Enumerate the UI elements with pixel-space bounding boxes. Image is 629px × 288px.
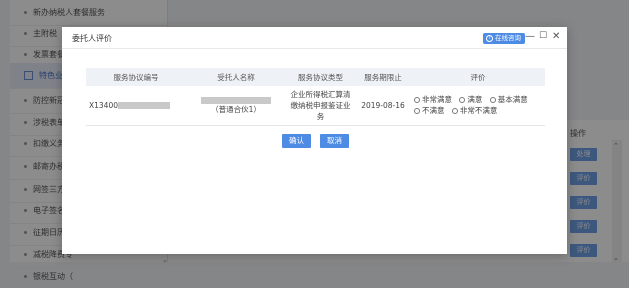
col-header-agreement-id: 服务协议编号	[86, 68, 186, 86]
rating-option-basically-satisfied[interactable]: 基本满意	[489, 94, 528, 105]
redacted-text	[118, 102, 170, 110]
online-consult-label: 在线咨询	[495, 34, 521, 42]
rating-options: 非常满意 满意 基本满意 不满意 非常不满意	[411, 86, 545, 126]
rating-label: 不满意	[422, 106, 445, 116]
rating-option-satisfied[interactable]: 满意	[459, 94, 482, 105]
rating-option-very-dissatisfied[interactable]: 非常不满意	[451, 105, 498, 116]
agreement-id[interactable]: X13400	[89, 101, 118, 110]
online-consult-button[interactable]: ? 在线咨询	[483, 33, 525, 44]
maximize-icon[interactable]: ☐	[539, 31, 547, 41]
radio-icon	[489, 97, 496, 104]
rating-label: 非常满意	[422, 95, 452, 105]
radio-icon	[414, 97, 420, 104]
col-header-trustee: 受托人名称	[186, 68, 286, 86]
radio-icon	[459, 97, 466, 104]
cancel-button[interactable]: 取消	[320, 134, 349, 148]
agreement-id-cell: X13400	[86, 86, 186, 126]
dialog-title: 委托人评价	[72, 34, 112, 43]
rating-label: 非常不满意	[459, 106, 498, 116]
evaluation-table: 服务协议编号 受托人名称 服务协议类型 服务期限止 评价 X13400 （普通合…	[86, 68, 545, 126]
agreement-type-cell: 企业所得税汇算清缴纳税申报鉴证业务	[286, 86, 355, 126]
col-header-rating: 评价	[411, 68, 545, 86]
col-header-deadline: 服务期限止	[355, 68, 411, 86]
col-header-agreement-type: 服务协议类型	[286, 68, 355, 86]
confirm-button[interactable]: 确认	[282, 134, 311, 148]
rating-option-very-satisfied[interactable]: 非常满意	[414, 94, 452, 105]
rating-label: 基本满意	[497, 95, 528, 105]
rating-option-dissatisfied[interactable]: 不满意	[414, 105, 445, 116]
table-row: X13400 （普通合伙1） 企业所得税汇算清缴纳税申报鉴证业务 2019-08…	[86, 86, 545, 126]
dialog-title-bar: 委托人评价 ? 在线咨询 — ☐ ✕	[62, 27, 567, 49]
table-header-row: 服务协议编号 受托人名称 服务协议类型 服务期限止 评价	[86, 68, 545, 86]
close-icon[interactable]: ✕	[552, 31, 560, 42]
trustee-suffix: （普通合伙1）	[211, 105, 261, 115]
radio-icon	[414, 108, 420, 115]
redacted-text	[201, 96, 271, 104]
deadline-cell: 2019-08-16	[355, 86, 411, 126]
help-icon: ?	[486, 34, 493, 42]
radio-icon	[451, 108, 458, 115]
rating-label: 满意	[467, 95, 483, 105]
evaluation-dialog: 委托人评价 ? 在线咨询 — ☐ ✕ 服务协议编号 受托人名称 服务协议类型 服务…	[62, 27, 567, 254]
minimize-icon[interactable]: —	[525, 31, 535, 42]
trustee-cell: （普通合伙1）	[186, 86, 286, 126]
